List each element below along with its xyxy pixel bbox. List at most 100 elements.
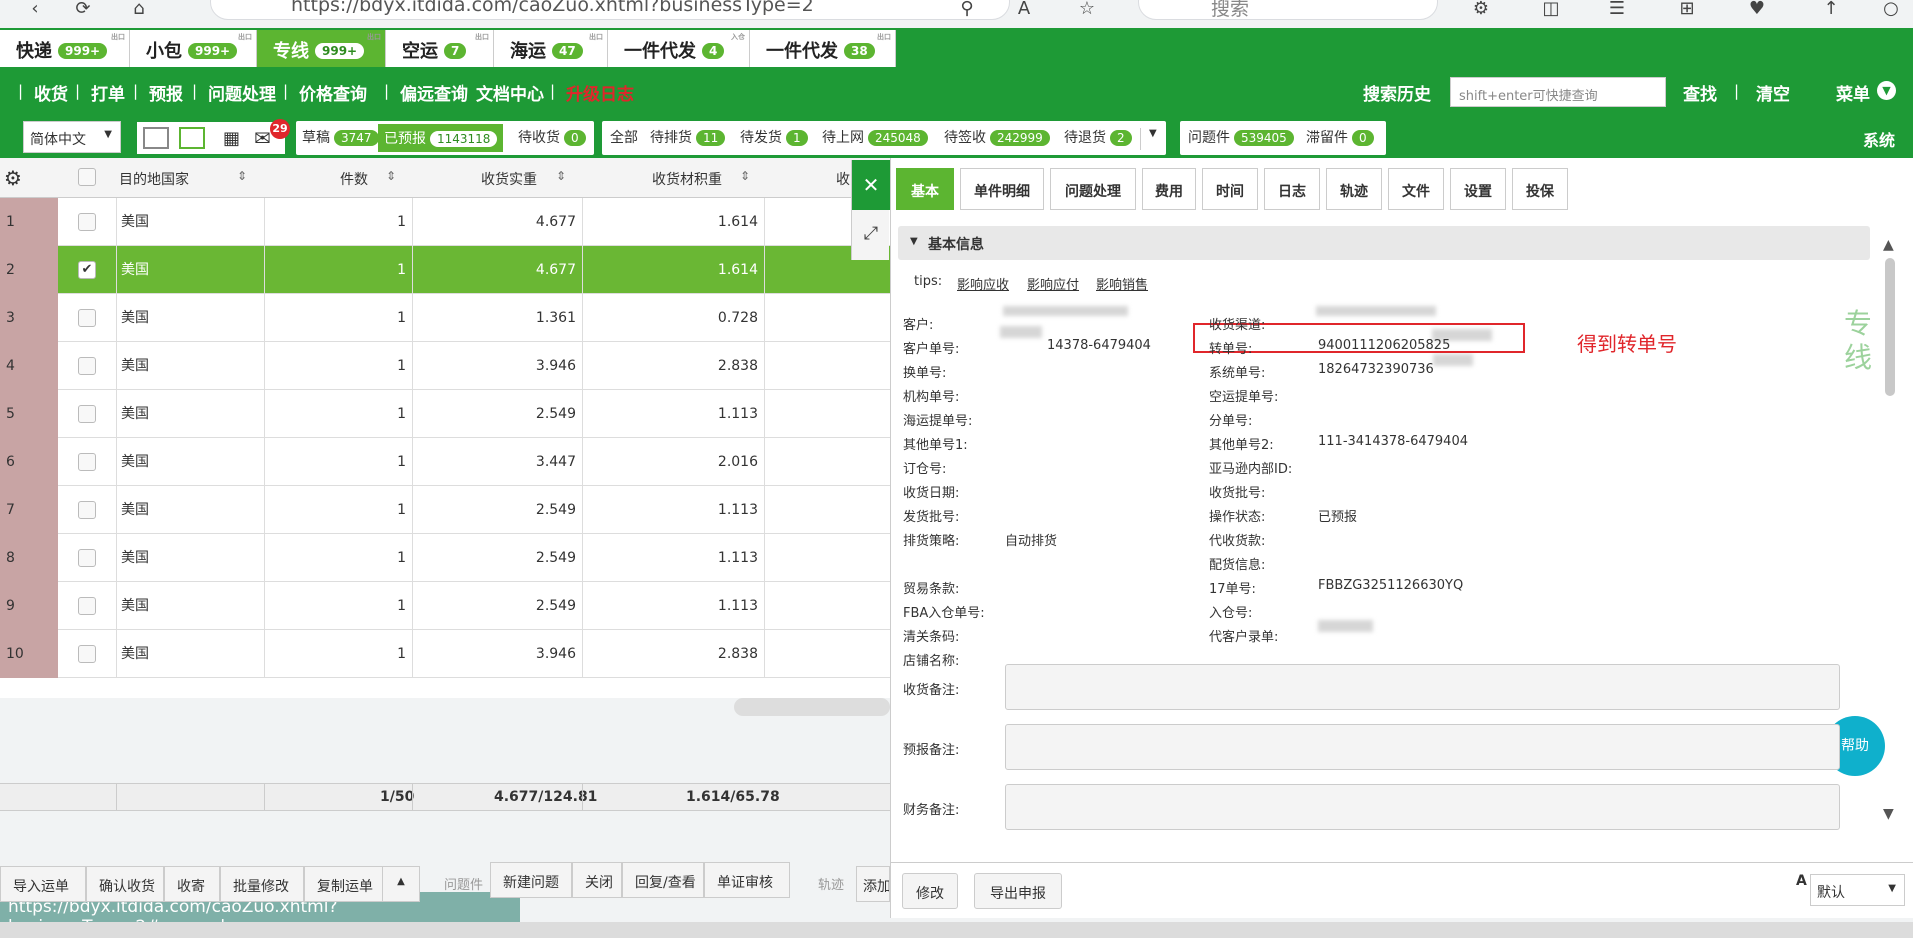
toolbar-button-4[interactable]: 批量修改 — [220, 866, 304, 902]
table-row[interactable]: 10 美国 1 3.946 2.838 — [0, 630, 890, 678]
filter-1[interactable]: 草稿 3747 — [302, 127, 379, 147]
detail-tab-6[interactable]: 日志 — [1264, 168, 1320, 210]
track-add-button[interactable]: 添加 — [856, 866, 890, 902]
note-textarea[interactable] — [1005, 784, 1840, 830]
top-tab-6[interactable]: 一件代发 4 入仓 — [608, 30, 750, 67]
read-aloud-icon[interactable]: A — [1013, 0, 1035, 20]
table-row[interactable]: 3 美国 1 1.361 0.728 — [0, 294, 890, 342]
detail-tab-2[interactable]: 单件明细 — [960, 168, 1044, 210]
table-icon[interactable]: ▦ — [223, 128, 240, 149]
scroll-down-icon[interactable]: ▼ — [1883, 806, 1894, 822]
export-declaration-button[interactable]: 导出申报 — [974, 873, 1062, 909]
status-filter-6[interactable]: 待退货 2 — [1064, 127, 1132, 147]
split-view-icon[interactable] — [179, 127, 205, 149]
menu-item-4[interactable]: 问题处理 — [208, 80, 276, 105]
menu-button[interactable]: 菜单 — [1836, 80, 1870, 105]
detail-tab-3[interactable]: 问题处理 — [1050, 168, 1136, 210]
problem-button-2[interactable]: 关闭 — [572, 862, 622, 898]
row-checkbox[interactable] — [78, 213, 96, 231]
tips-link-payable[interactable]: 影响应付 — [1027, 274, 1079, 293]
quick-query-input[interactable]: shift+enter可快捷查询 — [1450, 77, 1666, 107]
zoom-icon[interactable]: ⚲ — [956, 0, 978, 20]
menu-item-8[interactable]: 升级日志 — [566, 80, 634, 105]
col-header-volume[interactable]: 收货材积重 — [652, 169, 722, 189]
row-checkbox[interactable] — [78, 357, 96, 375]
sort-icon[interactable]: ⇕ — [740, 169, 750, 183]
table-row[interactable]: 7 美国 1 2.549 1.113 — [0, 486, 890, 534]
detail-tab-4[interactable]: 费用 — [1142, 168, 1196, 210]
status-filter-2[interactable]: 待排货 11 — [650, 127, 726, 147]
horizontal-scrollbar[interactable] — [734, 698, 890, 716]
top-tab-3[interactable]: 专线 999+ 出口 — [257, 30, 386, 67]
status-filter-5[interactable]: 待签收 242999 — [944, 127, 1050, 147]
top-tab-5[interactable]: 海运 47 出口 — [494, 30, 608, 67]
search-history-link[interactable]: 搜索历史 — [1363, 80, 1431, 105]
menu-item-1[interactable]: 收货 — [34, 80, 68, 105]
sort-icon[interactable]: ⇕ — [386, 169, 396, 183]
problem-button-4[interactable]: 单证审核 — [704, 862, 790, 898]
table-row[interactable]: 4 美国 1 3.946 2.838 — [0, 342, 890, 390]
detail-tab-1[interactable]: 基本 — [896, 168, 954, 210]
list-view-icon[interactable] — [143, 127, 169, 149]
find-button[interactable]: 查找 — [1683, 80, 1717, 105]
row-checkbox[interactable] — [78, 549, 96, 567]
detail-tab-10[interactable]: 投保 — [1512, 168, 1568, 210]
tips-link-sales[interactable]: 影响销售 — [1096, 274, 1148, 293]
detail-tab-9[interactable]: 设置 — [1450, 168, 1506, 210]
select-all-checkbox[interactable] — [78, 168, 96, 186]
gear-icon[interactable]: ⚙ — [4, 166, 22, 190]
detail-tab-8[interactable]: 文件 — [1388, 168, 1444, 210]
col-header-pieces[interactable]: 件数 — [340, 169, 368, 189]
toolbar-button-2[interactable]: 确认收货 — [86, 866, 164, 902]
extensions-icon[interactable]: ⚙ — [1470, 0, 1492, 20]
section-header[interactable]: ▼ 基本信息 — [898, 226, 1870, 260]
top-tab-4[interactable]: 空运 7 出口 — [386, 30, 494, 67]
detail-tab-5[interactable]: 时间 — [1202, 168, 1258, 210]
note-textarea[interactable] — [1005, 724, 1840, 770]
problem-filter-2[interactable]: 滞留件 0 — [1306, 127, 1374, 147]
toolbar-button-3[interactable]: 收寄 — [164, 866, 220, 902]
row-checkbox[interactable] — [78, 501, 96, 519]
row-checkbox[interactable] — [78, 645, 96, 663]
address-bar[interactable]: https://bdyx.itdida.com/caoZuo.xhtml?bus… — [210, 0, 1010, 20]
table-row[interactable]: 5 美国 1 2.549 1.113 — [0, 390, 890, 438]
col-header-country[interactable]: 目的地国家 — [119, 169, 189, 189]
browser-essentials-icon[interactable]: ♥ — [1746, 0, 1768, 20]
detail-tab-7[interactable]: 轨迹 — [1326, 168, 1382, 210]
expand-icon[interactable]: ⤢ — [852, 214, 890, 254]
home-icon[interactable]: ⌂ — [128, 0, 150, 20]
browser-search-box[interactable]: 搜索 — [1138, 0, 1438, 20]
download-icon[interactable]: ↑ — [1820, 0, 1842, 20]
col-header-weight[interactable]: 收货实重 — [481, 169, 537, 189]
sort-icon[interactable]: ⇕ — [556, 169, 566, 183]
back-icon[interactable]: ‹ — [24, 0, 46, 20]
chat-icon[interactable]: ○ — [1880, 0, 1902, 20]
status-filter-3[interactable]: 待发货 1 — [740, 127, 808, 147]
table-row[interactable]: 8 美国 1 2.549 1.113 — [0, 534, 890, 582]
top-tab-2[interactable]: 小包 999+ 出口 — [130, 30, 257, 67]
chevron-down-icon[interactable]: ▼ — [1140, 128, 1157, 150]
row-checkbox[interactable] — [78, 405, 96, 423]
clear-button[interactable]: 清空 — [1756, 80, 1790, 105]
menu-item-3[interactable]: 预报 — [149, 80, 183, 105]
favorites-list-icon[interactable]: ☰ — [1606, 0, 1628, 20]
problem-button-3[interactable]: 回复/查看 — [622, 862, 704, 898]
table-row[interactable]: 9 美国 1 2.549 1.113 — [0, 582, 890, 630]
tips-link-receivable[interactable]: 影响应收 — [957, 274, 1009, 293]
scroll-up-icon[interactable]: ▲ — [1883, 237, 1894, 253]
problem-filter-1[interactable]: 问题件 539405 — [1188, 127, 1294, 147]
split-screen-icon[interactable]: ◫ — [1540, 0, 1562, 20]
favorite-icon[interactable]: ☆ — [1076, 0, 1098, 20]
row-checkbox[interactable] — [78, 453, 96, 471]
problem-button-1[interactable]: 新建问题 — [490, 862, 572, 898]
collections-icon[interactable]: ⊞ — [1676, 0, 1698, 20]
filter-2[interactable]: 已预报 1143118 — [378, 124, 504, 152]
menu-item-6[interactable]: 偏远查询 — [400, 80, 468, 105]
system-link[interactable]: 系统 — [1863, 127, 1895, 151]
status-filter-4[interactable]: 待上网 245048 — [822, 127, 928, 147]
language-select[interactable]: 简体中文 ▼ — [23, 121, 121, 153]
note-textarea[interactable] — [1005, 664, 1840, 710]
row-checkbox[interactable]: ✔ — [78, 261, 96, 279]
table-row[interactable]: 2 ✔ 美国 1 4.677 1.614 — [0, 246, 890, 294]
row-checkbox[interactable] — [78, 309, 96, 327]
